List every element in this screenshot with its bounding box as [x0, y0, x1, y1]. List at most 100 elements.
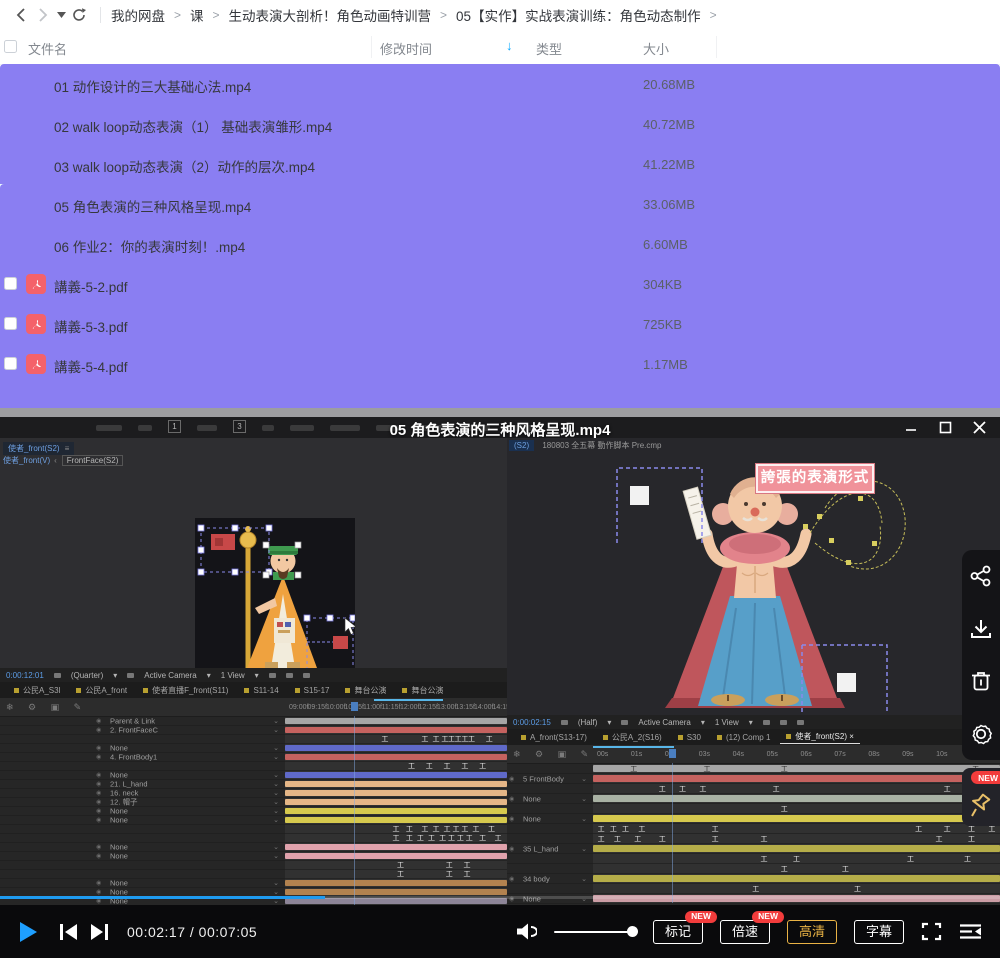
- new-badge: NEW: [685, 911, 717, 923]
- volume-icon[interactable]: [515, 922, 537, 941]
- ae-layer-row: 工工工: [0, 861, 507, 870]
- share-icon[interactable]: [969, 564, 993, 588]
- ae-comp-tabs: 公民A_S3l公民A_front使者直播F_front(S11)S11-14S1…: [0, 682, 507, 698]
- maximize-icon[interactable]: [932, 417, 958, 437]
- control-button-高清[interactable]: 高清: [787, 920, 837, 944]
- file-name[interactable]: 05 角色表演的三种风格呈现.mp4: [54, 196, 251, 216]
- back-icon[interactable]: [10, 4, 32, 26]
- next-button[interactable]: [89, 923, 109, 941]
- breadcrumb-item[interactable]: 我的网盘: [111, 5, 165, 25]
- ae-layer-row: ◉None⌄: [0, 816, 507, 825]
- history-caret-icon[interactable]: [54, 4, 68, 26]
- ae-layer-row: 工工: [507, 864, 1000, 874]
- file-name[interactable]: 講義-5-3.pdf: [54, 316, 128, 336]
- file-row[interactable]: 03 walk loop动态表演（2）动作的层次.mp4 41.22MB: [0, 144, 717, 184]
- file-list-header: 文件名 修改时间 ↓ 类型 大小: [0, 30, 1000, 65]
- file-name[interactable]: 06 作业2：你的表演时刻！.mp4: [54, 236, 245, 256]
- file-row[interactable]: 05 角色表演的三种风格呈现.mp4 33.06MB: [0, 184, 717, 224]
- download-icon[interactable]: [969, 617, 993, 641]
- ae-comp-tab: A_front(S13-17): [515, 732, 593, 743]
- pin-panel: NEW: [962, 768, 1000, 826]
- ae-layer-row: ◉None⌄: [507, 814, 1000, 824]
- ae-layer-row: ◉None⌄: [0, 771, 507, 780]
- ae-comp-tab: 使者直播F_front(S11): [137, 684, 234, 697]
- video-frame[interactable]: 1 3 05 角色表演的三种风格呈现.mp4: [0, 408, 1000, 905]
- pin-icon[interactable]: [969, 792, 993, 823]
- file-checkbox[interactable]: [4, 317, 17, 330]
- emperor-composition: [195, 518, 355, 680]
- file-checkbox[interactable]: [4, 357, 17, 370]
- forward-icon[interactable]: [32, 4, 54, 26]
- refresh-icon[interactable]: [68, 4, 90, 26]
- file-row[interactable]: 講義-5-2.pdf 304KB: [0, 264, 717, 304]
- breadcrumb-item[interactable]: 05【实作】实战表演训练：角色动态制作: [456, 5, 701, 25]
- file-checkbox[interactable]: [4, 277, 17, 290]
- ae-layer-row: 工工工工工工工工工: [0, 735, 507, 744]
- previous-button[interactable]: [59, 923, 79, 941]
- ae-layer-row: ◉34 body⌄: [507, 874, 1000, 884]
- control-button-字幕[interactable]: 字幕: [854, 920, 904, 944]
- file-name[interactable]: 講義-5-4.pdf: [54, 356, 128, 376]
- ae-layer-row: 工工工工工工工工: [507, 834, 1000, 844]
- ae-viewer-path: 使者_front(V)‹FrontFace(S2): [3, 455, 123, 466]
- ae-comp-tab: 公民A_S3l: [8, 684, 66, 697]
- volume-slider[interactable]: [554, 925, 636, 939]
- ae-comp-tab: (12) Comp 1: [711, 732, 776, 743]
- breadcrumb-item[interactable]: 课: [190, 5, 204, 25]
- ae-layer-row: ◉2. FrontFaceC⌄: [0, 726, 507, 735]
- ae-comp-tab: S30: [672, 732, 707, 743]
- ae-layer-row: ◉16. neck⌄: [0, 789, 507, 798]
- ae-comp-tab: 使者_front(S2) ×: [780, 730, 859, 744]
- video-player-window: 1 3 05 角色表演的三种风格呈现.mp4: [0, 408, 1000, 958]
- ae-layer-row: ◉None⌄: [0, 852, 507, 861]
- ae-layer-row: ◉None⌄: [0, 843, 507, 852]
- record-icon[interactable]: [969, 722, 993, 746]
- file-row[interactable]: 講義-5-3.pdf 725KB: [0, 304, 717, 344]
- control-button-倍速[interactable]: 倍速NEW: [720, 920, 770, 944]
- file-row[interactable]: 06 作业2：你的表演时刻！.mp46.60MB: [0, 224, 717, 264]
- file-size: 304KB: [643, 277, 682, 292]
- file-name[interactable]: 01 动作设计的三大基础心法.mp4: [54, 76, 251, 96]
- close-icon[interactable]: [966, 417, 992, 437]
- ae-toolbar-decoration: 1 3: [96, 423, 536, 433]
- ae-layer-row: 工工: [507, 884, 1000, 894]
- file-size: 725KB: [643, 317, 682, 332]
- file-row[interactable]: 講義-5-4.pdf1.17MB: [0, 344, 717, 384]
- file-size: 41.22MB: [643, 157, 695, 172]
- ae-viewer-tab: 使者_front(S2)≡: [3, 442, 74, 455]
- playlist-icon[interactable]: [959, 923, 982, 940]
- ae-layer-row: 工工工工工: [0, 762, 507, 771]
- ae-layer-row: 工工工工工工工: [507, 784, 1000, 794]
- ae-layer-row: ◉21. L_hand⌄: [0, 780, 507, 789]
- fullscreen-icon[interactable]: [921, 922, 942, 941]
- ae-menu-bar: 1 3: [0, 417, 1000, 438]
- ae-comp-tab: 公民A_front: [70, 684, 133, 697]
- ae-layer-row: ◉None⌄: [0, 744, 507, 753]
- seek-bar[interactable]: [0, 896, 1000, 899]
- minimize-icon[interactable]: [898, 417, 924, 437]
- column-divider: [716, 36, 717, 58]
- file-size: 40.72MB: [643, 117, 695, 132]
- file-name[interactable]: 03 walk loop动态表演（2）动作的层次.mp4: [54, 156, 315, 176]
- column-divider: [371, 36, 372, 58]
- ae-layer-row: ◉None⌄: [507, 794, 1000, 804]
- column-header-modified[interactable]: 修改时间: [380, 39, 432, 58]
- ae-timeline-left: 0:00:12:01(Quarter)▾Active Camera▾1 View…: [0, 668, 507, 905]
- ae-layer-row: 工工工工: [507, 854, 1000, 864]
- file-size: 33.06MB: [643, 197, 695, 212]
- file-name[interactable]: 講義-5-2.pdf: [54, 276, 128, 296]
- ae-comp-tab: 舞台公演: [396, 684, 449, 697]
- delete-icon[interactable]: [969, 669, 993, 693]
- file-row[interactable]: 01 动作设计的三大基础心法.mp420.68MB: [0, 64, 717, 104]
- ae-comp-tab: S15-17: [289, 685, 336, 696]
- sort-desc-icon[interactable]: ↓: [506, 38, 513, 53]
- play-button[interactable]: [20, 922, 37, 942]
- control-button-标记[interactable]: 标记NEW: [653, 920, 703, 944]
- file-name[interactable]: 02 walk loop动态表演（1） 基础表演雏形.mp4: [54, 116, 332, 136]
- ae-timeline-toolbar: 0:00:12:01(Quarter)▾Active Camera▾1 View…: [0, 668, 507, 682]
- select-all-checkbox[interactable]: [4, 40, 17, 53]
- ae-left-viewport: 使者_front(S2)≡ 使者_front(V)‹FrontFace(S2): [0, 438, 507, 668]
- file-row[interactable]: 02 walk loop动态表演（1） 基础表演雏形.mp4 40.72MB: [0, 104, 717, 144]
- player-controls: 00:02:17 / 00:07:05 标记NEW倍速NEW高清字幕: [0, 905, 1000, 958]
- breadcrumb-item[interactable]: 生动表演大剖析！角色动画特训营: [229, 5, 432, 25]
